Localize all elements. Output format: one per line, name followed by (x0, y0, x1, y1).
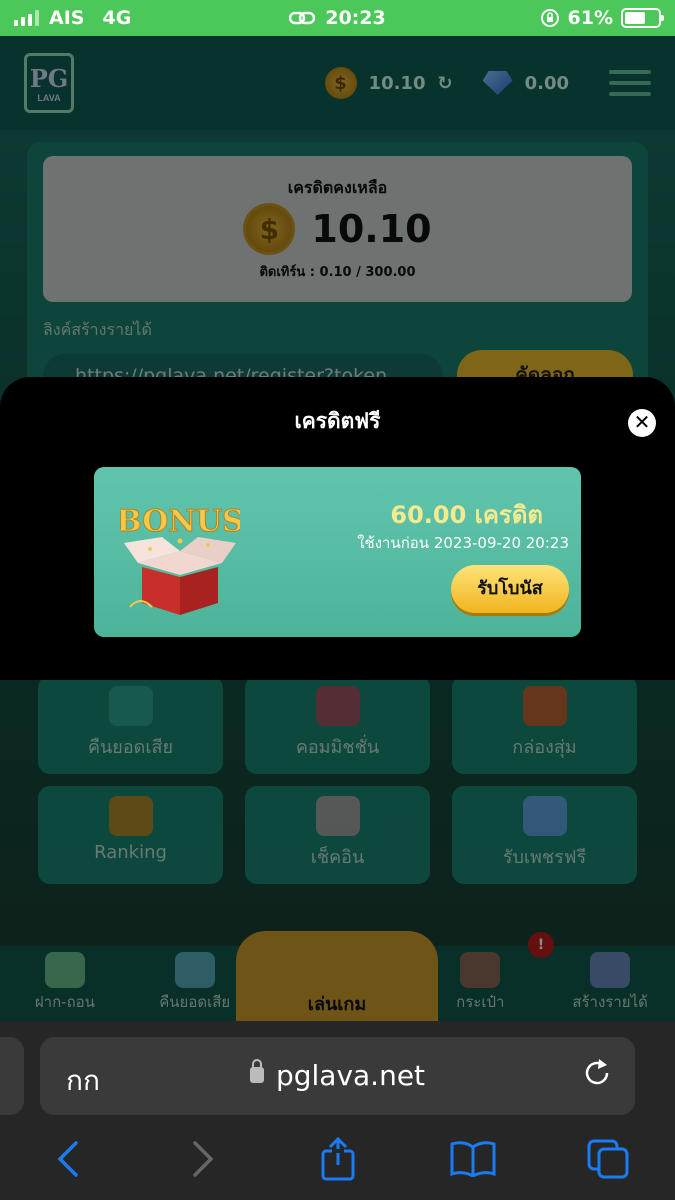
forward-button[interactable] (173, 1134, 233, 1184)
previous-tab-peek[interactable] (0, 1037, 24, 1115)
lock-icon (249, 1059, 264, 1083)
url-text: pglava.net (275, 1059, 426, 1092)
clock: 20:23 (325, 7, 386, 29)
chevron-right-icon (192, 1141, 213, 1177)
status-bar: AIS 4G 20:23 61% (0, 0, 675, 36)
chevron-left-icon (57, 1141, 78, 1177)
battery-fill (625, 12, 645, 24)
claim-bonus-button[interactable]: รับโบนัส (451, 565, 569, 613)
share-button[interactable] (308, 1134, 368, 1184)
modal-title: เครดิตฟรี (294, 409, 381, 433)
free-credit-modal: เครดิตฟรี ✕ BONUS 60.00 เครดิต ใช้งานก่อ… (0, 377, 675, 680)
back-button[interactable] (38, 1134, 98, 1184)
tabs-icon (587, 1139, 628, 1179)
close-button[interactable]: ✕ (628, 409, 656, 437)
tabs-button[interactable] (578, 1134, 638, 1184)
reload-icon[interactable] (583, 1057, 613, 1089)
bonus-amount: 60.00 เครดิต (390, 501, 543, 529)
link-icon (289, 11, 316, 25)
url-display[interactable]: pglava.net (40, 1059, 635, 1092)
bonus-gift-icon: BONUS (120, 504, 240, 615)
address-bar[interactable]: กก pglava.net (40, 1037, 635, 1115)
bonus-expiry: ใช้งานก่อน 2023-09-20 20:23 (357, 534, 569, 552)
book-icon (450, 1141, 495, 1177)
browser-toolbar (0, 1124, 675, 1200)
bonus-card: BONUS 60.00 เครดิต ใช้งานก่อน 2023-09-20… (94, 467, 581, 637)
share-icon (321, 1137, 354, 1181)
battery-icon (621, 8, 664, 28)
bonus-text: BONUS (120, 504, 240, 539)
browser-url-area: กก pglava.net (0, 1021, 675, 1124)
bookmarks-button[interactable] (443, 1134, 503, 1184)
